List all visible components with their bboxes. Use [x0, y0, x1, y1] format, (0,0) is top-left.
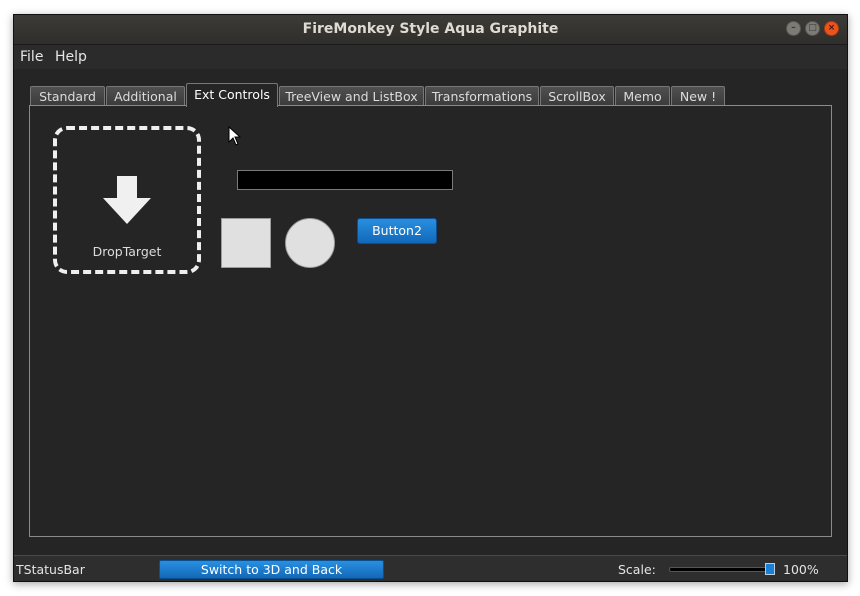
- tab-treeview-listbox[interactable]: TreeView and ListBox: [279, 86, 424, 106]
- menu-file[interactable]: File: [20, 49, 43, 65]
- circle-shape: [285, 218, 335, 268]
- arrow-down-icon: [103, 176, 151, 224]
- black-field[interactable]: [237, 170, 453, 190]
- switch-3d-button[interactable]: Switch to 3D and Back: [159, 560, 384, 579]
- scale-label: Scale:: [618, 562, 656, 577]
- scale-slider-track[interactable]: [669, 567, 775, 572]
- tab-content-panel: DropTarget Button2: [29, 105, 832, 537]
- drop-target[interactable]: DropTarget: [53, 126, 201, 274]
- close-icon[interactable]: ×: [824, 21, 839, 36]
- menu-bar: File Help: [14, 45, 847, 69]
- menu-help[interactable]: Help: [55, 49, 87, 65]
- app-window: FireMonkey Style Aqua Graphite – □ × Fil…: [13, 14, 848, 582]
- minimize-icon[interactable]: –: [786, 21, 801, 36]
- maximize-icon[interactable]: □: [805, 21, 820, 36]
- title-bar[interactable]: FireMonkey Style Aqua Graphite – □ ×: [14, 15, 847, 45]
- tab-new[interactable]: New !: [671, 86, 725, 106]
- mouse-pointer-icon: [228, 126, 242, 146]
- tab-memo[interactable]: Memo: [615, 86, 670, 106]
- scale-slider-thumb[interactable]: [765, 563, 775, 575]
- status-bar: TStatusBar Switch to 3D and Back Scale: …: [14, 555, 847, 581]
- drop-target-label: DropTarget: [92, 244, 162, 259]
- tab-ext-controls[interactable]: Ext Controls: [186, 83, 278, 107]
- rectangle-shape: [221, 218, 271, 268]
- tab-scrollbox[interactable]: ScrollBox: [540, 86, 614, 106]
- window-title: FireMonkey Style Aqua Graphite: [302, 21, 559, 37]
- scale-value: 100%: [783, 562, 819, 577]
- tab-transformations[interactable]: Transformations: [425, 86, 539, 106]
- button2[interactable]: Button2: [357, 218, 437, 244]
- tab-additional[interactable]: Additional: [106, 86, 185, 106]
- tab-standard[interactable]: Standard: [30, 86, 105, 106]
- status-bar-label: TStatusBar: [16, 562, 85, 577]
